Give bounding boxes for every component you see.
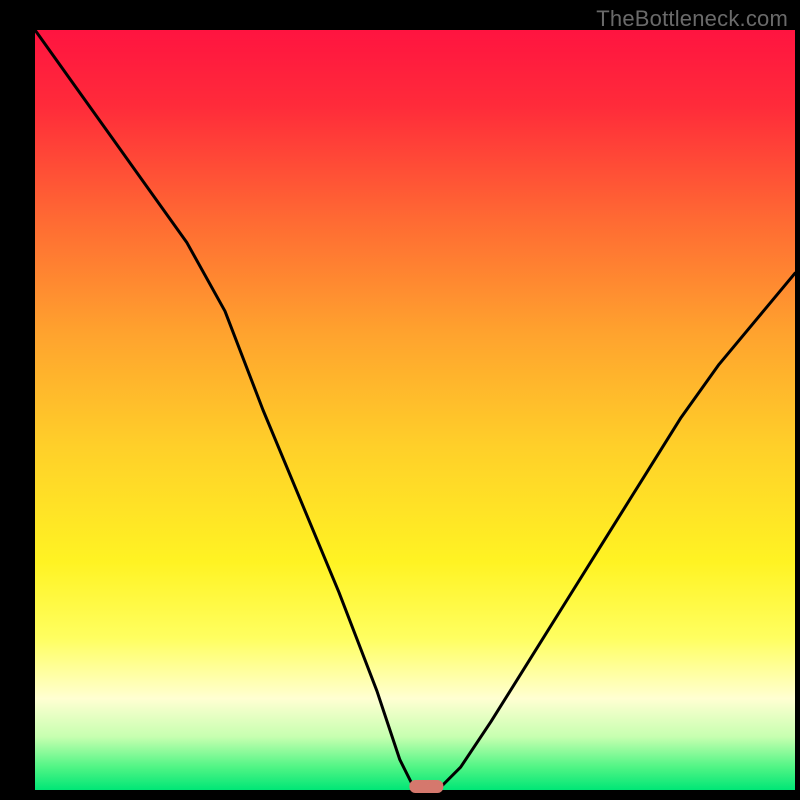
chart-frame: TheBottleneck.com xyxy=(0,0,800,800)
bottleneck-chart xyxy=(0,0,800,800)
optimal-marker xyxy=(409,780,443,793)
gradient-plot-area xyxy=(35,30,795,790)
watermark-text: TheBottleneck.com xyxy=(596,6,788,32)
